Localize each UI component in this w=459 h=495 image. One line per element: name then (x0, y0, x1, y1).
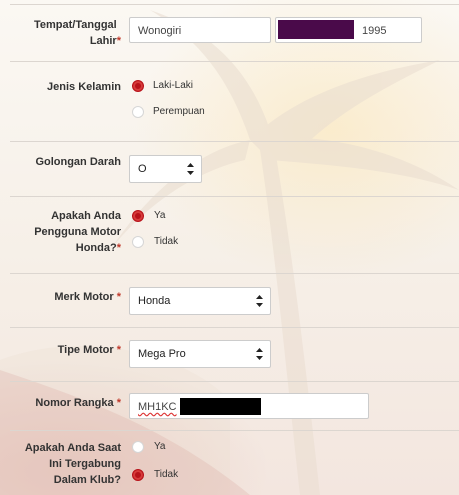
club-radio-ya[interactable] (132, 441, 144, 453)
required-mark: * (116, 242, 121, 254)
club-option-ya[interactable]: Ya (154, 441, 166, 453)
gender-radio-laki[interactable] (132, 80, 144, 92)
motor-brand-label-text: Merk Motor (54, 291, 114, 303)
gender-option-laki[interactable]: Laki-Laki (153, 80, 193, 92)
blood-type-select[interactable]: O (129, 155, 202, 183)
divider (10, 430, 459, 431)
honda-user-label-line3-wrap: Honda?* (34, 240, 121, 256)
honda-user-option-ya[interactable]: Ya (154, 210, 166, 222)
birth-label-text: Tempat/Tanggal Lahir (34, 19, 117, 47)
motor-type-select[interactable]: Mega Pro (129, 340, 271, 368)
required-mark: * (116, 291, 121, 303)
frame-number-label: Nomor Rangka * (35, 395, 121, 411)
motor-type-label-text: Tipe Motor (57, 344, 114, 356)
divider (10, 381, 459, 382)
birth-place-value: Wonogiri (138, 25, 182, 37)
select-arrows-icon (187, 163, 194, 175)
honda-user-label-line3: Honda? (75, 242, 117, 254)
redacted-date (278, 20, 354, 39)
registration-form: Tempat/Tanggal Lahir* Wonogiri 1995 Jeni… (0, 0, 459, 495)
club-label-line1: Apakah Anda Saat (24, 442, 121, 454)
honda-user-radio-ya[interactable] (132, 210, 144, 222)
motor-type-label: Tipe Motor * (58, 342, 121, 358)
motor-brand-select[interactable]: Honda (129, 287, 271, 315)
frame-number-value: MH1KC (138, 401, 177, 413)
honda-user-label-line1: Apakah Anda (51, 210, 121, 222)
divider (10, 273, 459, 274)
motor-type-value: Mega Pro (138, 348, 186, 360)
birth-place-input[interactable]: Wonogiri (129, 17, 271, 43)
divider (10, 4, 459, 5)
required-mark: * (116, 344, 121, 356)
blood-type-value: O (138, 163, 147, 175)
divider (10, 141, 459, 142)
gender-option-perempuan[interactable]: Perempuan (153, 106, 205, 118)
motor-brand-label: Merk Motor * (54, 289, 121, 305)
club-option-tidak[interactable]: Tidak (154, 469, 178, 481)
club-label: Apakah Anda Saat Ini Tergabung Dalam Klu… (25, 440, 121, 488)
gender-radio-perempuan[interactable] (132, 106, 144, 118)
divider (10, 327, 459, 328)
gender-label: Jenis Kelamin (47, 81, 121, 93)
club-label-line2: Ini Tergabung (49, 458, 121, 470)
motor-brand-value: Honda (138, 295, 171, 307)
birth-date-year: 1995 (362, 25, 387, 37)
divider (10, 61, 459, 62)
select-arrows-icon (256, 348, 263, 360)
required-mark: * (116, 35, 121, 47)
divider (10, 196, 459, 197)
blood-type-label: Golongan Darah (35, 156, 121, 168)
honda-user-label: Apakah Anda Pengguna Motor Honda?* (34, 208, 121, 256)
club-radio-tidak[interactable] (132, 469, 144, 481)
redacted-frame-number (180, 398, 261, 415)
birth-label: Tempat/Tanggal Lahir* (27, 17, 121, 49)
honda-user-label-line2: Pengguna Motor (34, 226, 121, 238)
club-label-line3: Dalam Klub? (53, 474, 121, 486)
honda-user-option-tidak[interactable]: Tidak (154, 236, 178, 248)
required-mark: * (116, 397, 121, 409)
honda-user-radio-tidak[interactable] (132, 236, 144, 248)
select-arrows-icon (256, 295, 263, 307)
frame-number-label-text: Nomor Rangka (35, 397, 114, 409)
